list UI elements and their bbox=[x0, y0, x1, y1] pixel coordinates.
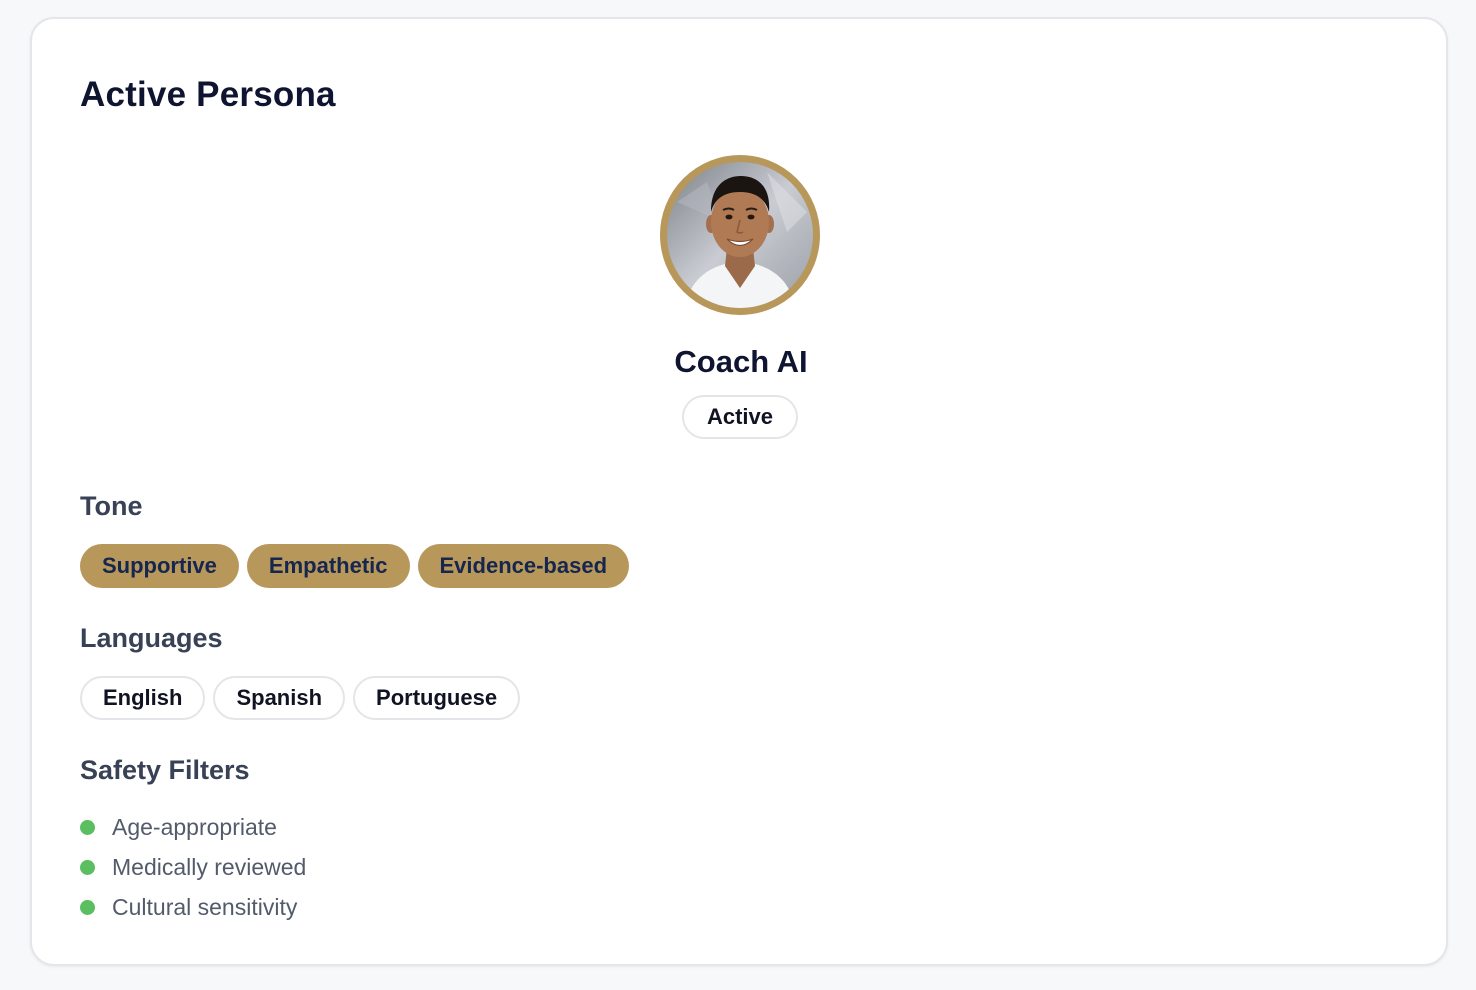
tone-chip[interactable]: Empathetic bbox=[246, 544, 410, 588]
status-dot-icon bbox=[80, 859, 95, 875]
card-title: Active Persona bbox=[80, 75, 336, 114]
portrait-image bbox=[667, 162, 813, 308]
language-chip[interactable]: Portuguese bbox=[353, 676, 521, 720]
persona-name: Coach AI bbox=[674, 344, 808, 379]
language-chips: English Spanish Portuguese bbox=[80, 676, 521, 720]
tone-label: Tone bbox=[80, 491, 143, 521]
language-chip[interactable]: English bbox=[80, 676, 206, 720]
filter-label: Age-appropriate bbox=[112, 813, 277, 840]
persona-card: Active Persona Coach AI Active Tone Supp… bbox=[30, 17, 1448, 966]
list-item: Age-appropriate bbox=[80, 807, 306, 847]
tone-chip[interactable]: Evidence-based bbox=[417, 544, 630, 588]
tone-chips: Supportive Empathetic Evidence-based bbox=[80, 544, 630, 588]
list-item: Cultural sensitivity bbox=[80, 887, 306, 927]
language-chip[interactable]: Spanish bbox=[213, 676, 346, 720]
filter-label: Medically reviewed bbox=[112, 853, 307, 880]
status-dot-icon bbox=[80, 819, 95, 835]
tone-chip[interactable]: Supportive bbox=[80, 544, 239, 588]
filter-label: Cultural sensitivity bbox=[112, 893, 298, 920]
status-dot-icon bbox=[80, 899, 95, 915]
safety-filters-label: Safety Filters bbox=[80, 755, 250, 785]
safety-filter-list: Age-appropriate Medically reviewed Cultu… bbox=[80, 807, 306, 927]
avatar bbox=[660, 155, 820, 315]
status-badge: Active bbox=[682, 395, 798, 439]
languages-label: Languages bbox=[80, 623, 223, 653]
list-item: Medically reviewed bbox=[80, 847, 306, 887]
